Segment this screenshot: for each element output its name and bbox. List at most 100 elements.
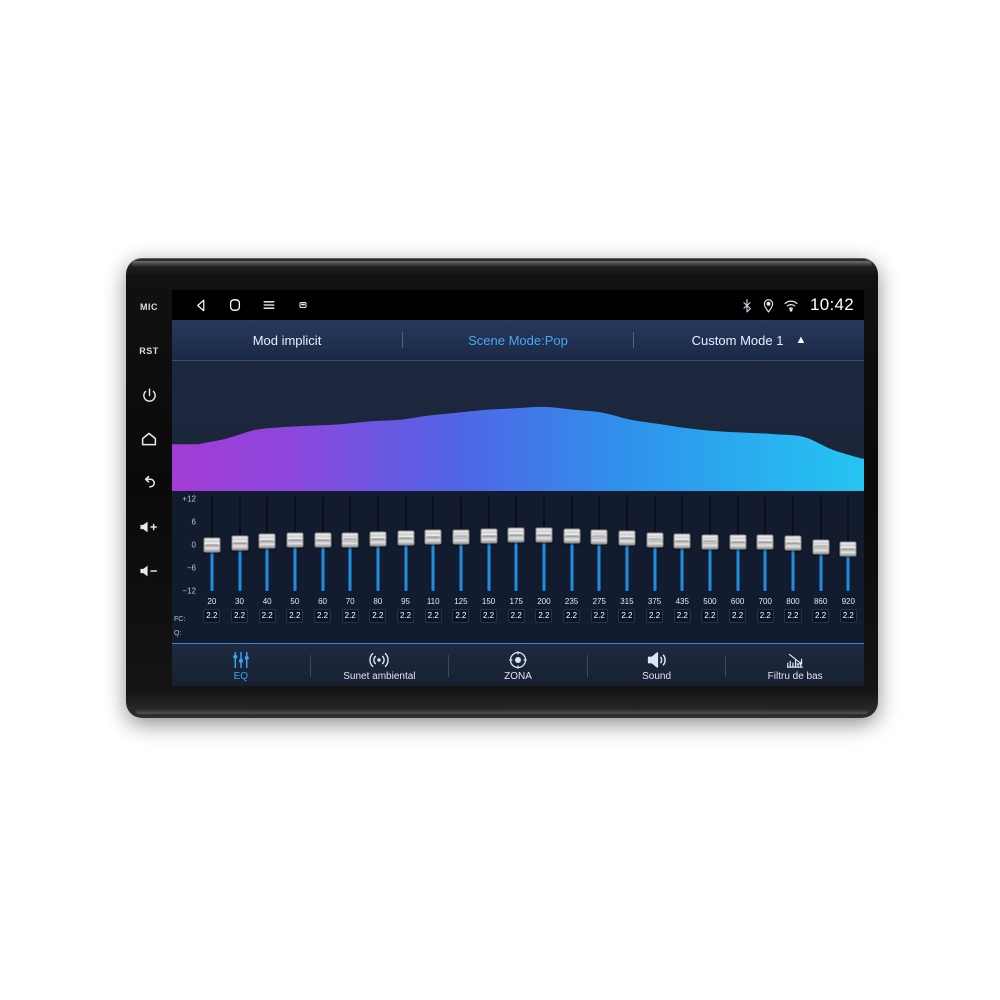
eq-band-slider[interactable] [668,491,696,595]
band-q-value[interactable]: 2.2 [673,609,691,623]
eq-band[interactable]: 200 2.2 [530,491,558,643]
band-q-value[interactable]: 2.2 [286,609,304,623]
band-q-value[interactable]: 2.2 [563,609,581,623]
band-q-value[interactable]: 2.2 [341,609,359,623]
eq-band[interactable]: 20 2.2 [198,491,226,643]
eq-band[interactable]: 50 2.2 [281,491,309,643]
band-q-value[interactable]: 2.2 [812,609,830,623]
home-icon[interactable] [134,424,164,454]
eq-band[interactable]: 315 2.2 [613,491,641,643]
eq-band-slider[interactable] [585,491,613,595]
slider-thumb[interactable] [341,532,359,548]
volume-up-icon[interactable] [134,512,164,542]
eq-band-slider[interactable] [751,491,779,595]
tab-sound[interactable]: Sound [588,644,726,686]
menu-icon[interactable] [252,297,286,313]
band-q-value[interactable]: 2.2 [535,609,553,623]
eq-band-slider[interactable] [502,491,530,595]
slider-thumb[interactable] [812,539,830,555]
default-mode-button[interactable]: Mod implicit [172,333,402,348]
band-q-value[interactable]: 2.2 [369,609,387,623]
band-q-value[interactable]: 2.2 [729,609,747,623]
eq-band-slider[interactable] [336,491,364,595]
eq-band[interactable]: 500 2.2 [696,491,724,643]
band-q-value[interactable]: 2.2 [646,609,664,623]
slider-thumb[interactable] [673,533,691,549]
home-icon[interactable] [218,297,252,313]
back-icon[interactable] [134,468,164,498]
eq-band[interactable]: 125 2.2 [447,491,475,643]
band-q-value[interactable]: 2.2 [756,609,774,623]
band-q-value[interactable]: 2.2 [784,609,802,623]
eq-band[interactable]: 700 2.2 [751,491,779,643]
tab-zona[interactable]: ZONA [449,644,587,686]
eq-band[interactable]: 235 2.2 [558,491,586,643]
eq-band[interactable]: 920 2.2 [834,491,862,643]
slider-thumb[interactable] [231,535,248,551]
eq-band-slider[interactable] [392,491,420,595]
slider-thumb[interactable] [397,530,415,546]
band-q-value[interactable]: 2.2 [424,609,442,623]
tab-eq[interactable]: EQ [172,644,310,686]
scene-mode-button[interactable]: Scene Mode:Pop [403,333,633,348]
eq-band-slider[interactable] [419,491,447,595]
slider-thumb[interactable] [369,531,387,547]
eq-band-slider[interactable] [834,491,862,595]
eq-band-slider[interactable] [641,491,669,595]
slider-thumb[interactable] [286,532,304,548]
eq-band[interactable]: 70 2.2 [336,491,364,643]
slider-thumb[interactable] [424,529,442,545]
eq-band[interactable]: 275 2.2 [585,491,613,643]
eq-band-slider[interactable] [779,491,807,595]
power-icon[interactable] [134,380,164,410]
slider-thumb[interactable] [314,532,332,548]
eq-band[interactable]: 95 2.2 [392,491,420,643]
tab-sunet-ambiental[interactable]: Sunet ambiental [311,644,449,686]
eq-band-slider[interactable] [226,491,254,595]
eq-band[interactable]: 40 2.2 [253,491,281,643]
eq-band[interactable]: 150 2.2 [475,491,503,643]
band-q-value[interactable]: 2.2 [590,609,608,623]
band-q-value[interactable]: 2.2 [479,609,498,623]
eq-band[interactable]: 435 2.2 [668,491,696,643]
slider-thumb[interactable] [590,529,608,545]
eq-band-slider[interactable] [807,491,835,595]
eq-band-slider[interactable] [696,491,724,595]
slider-thumb[interactable] [756,534,774,550]
band-q-value[interactable]: 2.2 [203,609,221,623]
slider-thumb[interactable] [701,534,719,550]
eq-band[interactable]: 30 2.2 [226,491,254,643]
chevron-up-icon[interactable]: ▲ [795,334,806,346]
slider-thumb[interactable] [646,532,664,548]
eq-band-slider[interactable] [475,491,503,595]
slider-thumb[interactable] [203,537,221,553]
eq-band-slider[interactable] [364,491,392,595]
eq-band-slider[interactable] [613,491,641,595]
slider-thumb[interactable] [452,529,470,545]
custom-mode-button[interactable]: Custom Mode 1 ▲ [634,333,864,348]
eq-band[interactable]: 800 2.2 [779,491,807,643]
band-q-value[interactable]: 2.2 [618,609,636,623]
eq-band-slider[interactable] [198,491,226,595]
slider-thumb[interactable] [839,541,857,557]
eq-band-slider[interactable] [253,491,281,595]
band-q-value[interactable]: 2.2 [230,609,249,623]
eq-band-slider[interactable] [309,491,337,595]
eq-band[interactable]: 60 2.2 [309,491,337,643]
eq-band-slider[interactable] [558,491,586,595]
slider-thumb[interactable] [480,528,498,544]
slider-thumb[interactable] [507,527,525,543]
slider-thumb[interactable] [729,534,747,550]
slider-thumb[interactable] [563,528,581,544]
slider-thumb[interactable] [535,527,553,543]
back-icon[interactable] [184,298,218,313]
eq-band[interactable]: 175 2.2 [502,491,530,643]
eq-band[interactable]: 375 2.2 [641,491,669,643]
band-q-value[interactable]: 2.2 [258,609,276,623]
band-q-value[interactable]: 2.2 [452,609,470,623]
eq-band-slider[interactable] [724,491,752,595]
eq-band[interactable]: 80 2.2 [364,491,392,643]
eq-band[interactable]: 600 2.2 [724,491,752,643]
eq-band-slider[interactable] [530,491,558,595]
eq-band-slider[interactable] [281,491,309,595]
